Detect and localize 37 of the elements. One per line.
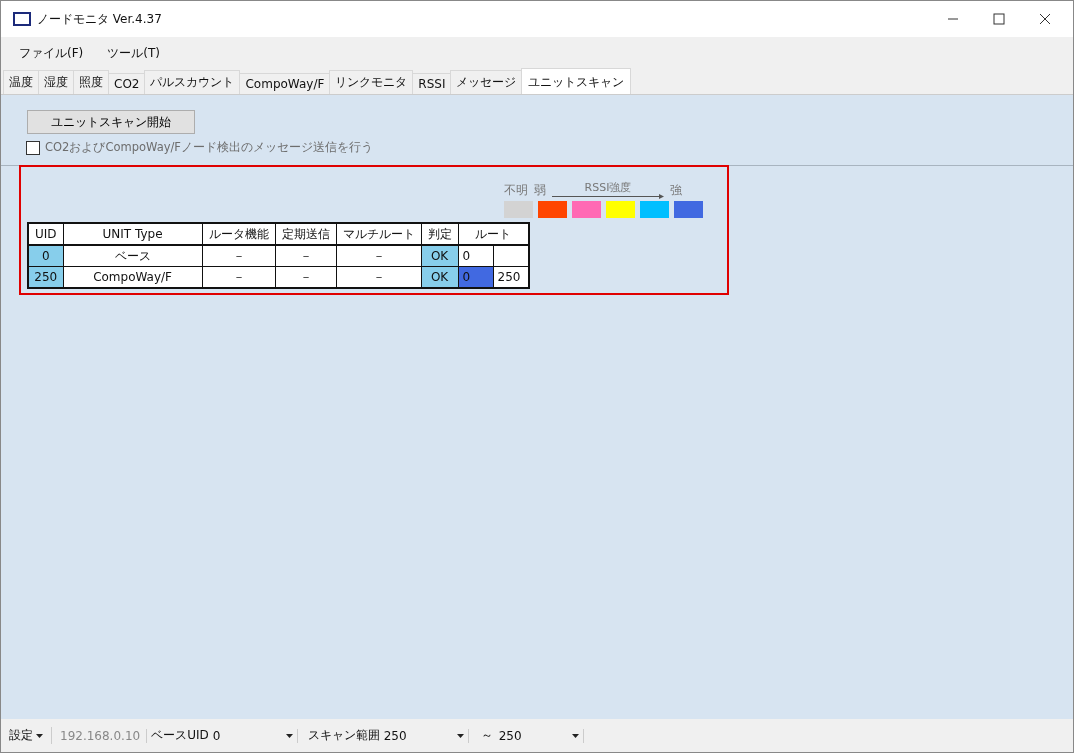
column-header: UNIT Type	[63, 223, 203, 245]
settings-dropdown[interactable]: 設定	[9, 727, 52, 744]
window-title: ノードモニタ Ver.4.37	[37, 10, 162, 28]
close-icon[interactable]	[1039, 13, 1051, 25]
table-cell: 0	[28, 245, 64, 267]
scan-start-button[interactable]: ユニットスキャン開始	[27, 110, 195, 134]
arrow-icon	[552, 194, 664, 199]
combo-box[interactable]: 250	[383, 728, 469, 743]
legend-label: 強	[670, 182, 682, 199]
column-header: 定期送信	[275, 223, 337, 245]
ip-address: 192.168.0.10	[52, 728, 148, 743]
caret-icon[interactable]	[36, 733, 43, 738]
column-header: マルチルート	[336, 223, 422, 245]
legend-label: 不明	[504, 182, 528, 199]
status-label: ベースUID	[150, 727, 210, 744]
column-header: ルータ機能	[202, 223, 276, 245]
column-header: 判定	[421, 223, 459, 245]
menu-item[interactable]: ファイル(F)	[19, 44, 84, 62]
combo-box[interactable]: 250	[498, 728, 584, 743]
maximize-icon[interactable]	[993, 13, 1005, 25]
tab[interactable]: 温度	[3, 70, 39, 94]
caret-icon[interactable]	[456, 733, 464, 738]
option-label: CO2およびCompoWay/Fノード検出のメッセージ送信を行う	[45, 140, 373, 155]
table-cell: 250	[28, 266, 64, 288]
window-icon	[13, 12, 31, 26]
caret-icon[interactable]	[285, 733, 293, 738]
legend-title: RSSI強度	[584, 182, 632, 194]
legend-label: 弱	[534, 182, 546, 199]
tab[interactable]: ユニットスキャン	[521, 68, 632, 94]
column-header: UID	[28, 223, 64, 245]
range-separator: ～	[479, 727, 494, 744]
combo-box[interactable]: 0	[212, 728, 298, 743]
column-header: ルート	[458, 223, 529, 245]
tab[interactable]: CompoWay/F	[239, 73, 331, 94]
caret-icon[interactable]	[571, 733, 579, 738]
menu-item[interactable]: ツール(T)	[107, 44, 160, 62]
status-label: スキャン範囲	[306, 727, 381, 744]
